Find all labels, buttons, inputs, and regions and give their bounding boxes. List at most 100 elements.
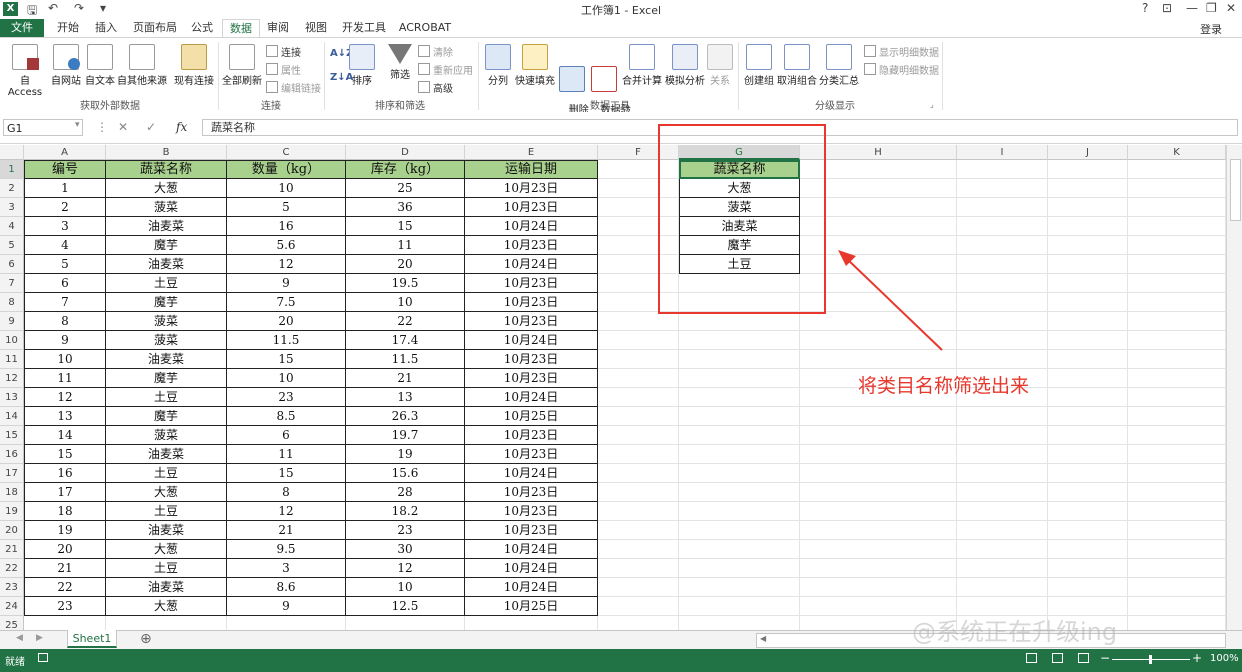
table-cell[interactable]: 土豆 [106,274,227,293]
empty-cell[interactable] [679,559,800,578]
empty-cell[interactable] [227,616,346,630]
empty-cell[interactable] [957,540,1048,559]
table-cell[interactable]: 土豆 [106,388,227,407]
table-cell[interactable]: 10月23日 [465,483,598,502]
table-cell[interactable]: 油麦菜 [106,350,227,369]
table-cell[interactable]: 1 [24,179,106,198]
row-header[interactable]: 9 [0,312,24,331]
empty-cell[interactable] [957,312,1048,331]
table-cell[interactable]: 8 [24,312,106,331]
empty-cell[interactable] [957,160,1048,179]
empty-cell[interactable] [1128,578,1226,597]
table-cell[interactable]: 10月23日 [465,350,598,369]
table-cell[interactable]: 油麦菜 [106,445,227,464]
table-cell[interactable]: 大葱 [106,483,227,502]
table-cell[interactable]: 16 [24,464,106,483]
table-cell[interactable]: 11 [346,236,465,255]
empty-cell[interactable] [598,312,679,331]
row-header[interactable]: 11 [0,350,24,369]
table-cell[interactable]: 30 [346,540,465,559]
table-cell[interactable]: 9 [24,331,106,350]
table-cell[interactable]: 18 [24,502,106,521]
zoom-level[interactable]: 100% [1210,653,1239,664]
empty-cell[interactable] [957,483,1048,502]
table-cell[interactable]: 菠菜 [106,331,227,350]
empty-cell[interactable] [1128,331,1226,350]
tab-insert[interactable]: 插入 [90,19,122,37]
normal-view-icon[interactable] [1026,653,1037,663]
new-sheet-icon[interactable]: ⊕ [140,631,152,647]
table-cell[interactable]: 21 [227,521,346,540]
table-cell[interactable]: 8.5 [227,407,346,426]
empty-cell[interactable] [1128,160,1226,179]
table-cell[interactable]: 10月25日 [465,407,598,426]
table-cell[interactable]: 10月23日 [465,274,598,293]
minimize-button[interactable]: — [1186,1,1198,15]
table-cell[interactable]: 21 [346,369,465,388]
table-cell[interactable]: 大葱 [106,179,227,198]
row-header[interactable]: 1 [0,160,24,179]
refresh-all-button[interactable]: 全部刷新 [220,44,264,87]
row-header[interactable]: 2 [0,179,24,198]
sort-button[interactable]: 排序 [348,44,376,87]
empty-cell[interactable] [957,255,1048,274]
empty-cell[interactable] [1128,369,1226,388]
existing-connections-button[interactable]: 现有连接 [172,44,216,87]
table-cell[interactable]: 19.5 [346,274,465,293]
table-cell[interactable]: 11 [227,445,346,464]
flash-fill-button[interactable]: 快速填充 [514,44,556,87]
empty-cell[interactable] [598,483,679,502]
table-cell[interactable]: 11 [24,369,106,388]
table-cell[interactable]: 3 [24,217,106,236]
empty-cell[interactable] [957,445,1048,464]
row-header[interactable]: 15 [0,426,24,445]
empty-cell[interactable] [1128,217,1226,236]
tab-review[interactable]: 审阅 [262,19,294,37]
from-text-button[interactable]: 自文本 [84,44,116,87]
table-cell[interactable]: 10月23日 [465,502,598,521]
empty-cell[interactable] [1048,502,1128,521]
hscroll-left-icon[interactable]: ◀ [760,634,766,643]
table-header-cell[interactable]: 蔬菜名称 [106,160,227,179]
empty-cell[interactable] [1128,559,1226,578]
table-cell[interactable]: 19 [346,445,465,464]
empty-cell[interactable] [598,426,679,445]
empty-cell[interactable] [957,236,1048,255]
tab-formulas[interactable]: 公式 [186,19,218,37]
reapply-button[interactable]: 重新应用 [418,62,473,77]
empty-cell[interactable] [598,331,679,350]
enter-icon[interactable]: ✓ [146,120,156,134]
vertical-scrollbar[interactable] [1226,145,1242,630]
table-cell[interactable]: 10月24日 [465,388,598,407]
table-cell[interactable]: 10 [227,179,346,198]
table-cell[interactable]: 12 [227,255,346,274]
empty-cell[interactable] [1048,445,1128,464]
table-cell[interactable]: 22 [24,578,106,597]
empty-cell[interactable] [1128,597,1226,616]
table-cell[interactable]: 36 [346,198,465,217]
empty-cell[interactable] [1128,426,1226,445]
table-cell[interactable]: 10月24日 [465,331,598,350]
table-cell[interactable]: 11.5 [346,350,465,369]
table-cell[interactable]: 7 [24,293,106,312]
empty-cell[interactable] [800,426,957,445]
column-header-k[interactable]: K [1128,145,1226,160]
zoom-out-icon[interactable]: − [1100,651,1110,665]
table-cell[interactable]: 8 [227,483,346,502]
zoom-slider-thumb[interactable] [1149,655,1152,664]
empty-cell[interactable] [1048,464,1128,483]
empty-cell[interactable] [598,407,679,426]
empty-cell[interactable] [598,521,679,540]
table-cell[interactable]: 10月24日 [465,540,598,559]
row-header[interactable]: 5 [0,236,24,255]
empty-cell[interactable] [800,407,957,426]
from-access-button[interactable]: 自 Access [2,44,48,98]
empty-cell[interactable] [1048,331,1128,350]
table-cell[interactable]: 10月24日 [465,255,598,274]
insert-function-icon[interactable]: fx [176,120,187,134]
table-cell[interactable]: 10月23日 [465,445,598,464]
empty-cell[interactable] [1048,179,1128,198]
empty-cell[interactable] [679,483,800,502]
table-cell[interactable]: 8.6 [227,578,346,597]
tab-acrobat[interactable]: ACROBAT [396,19,454,37]
